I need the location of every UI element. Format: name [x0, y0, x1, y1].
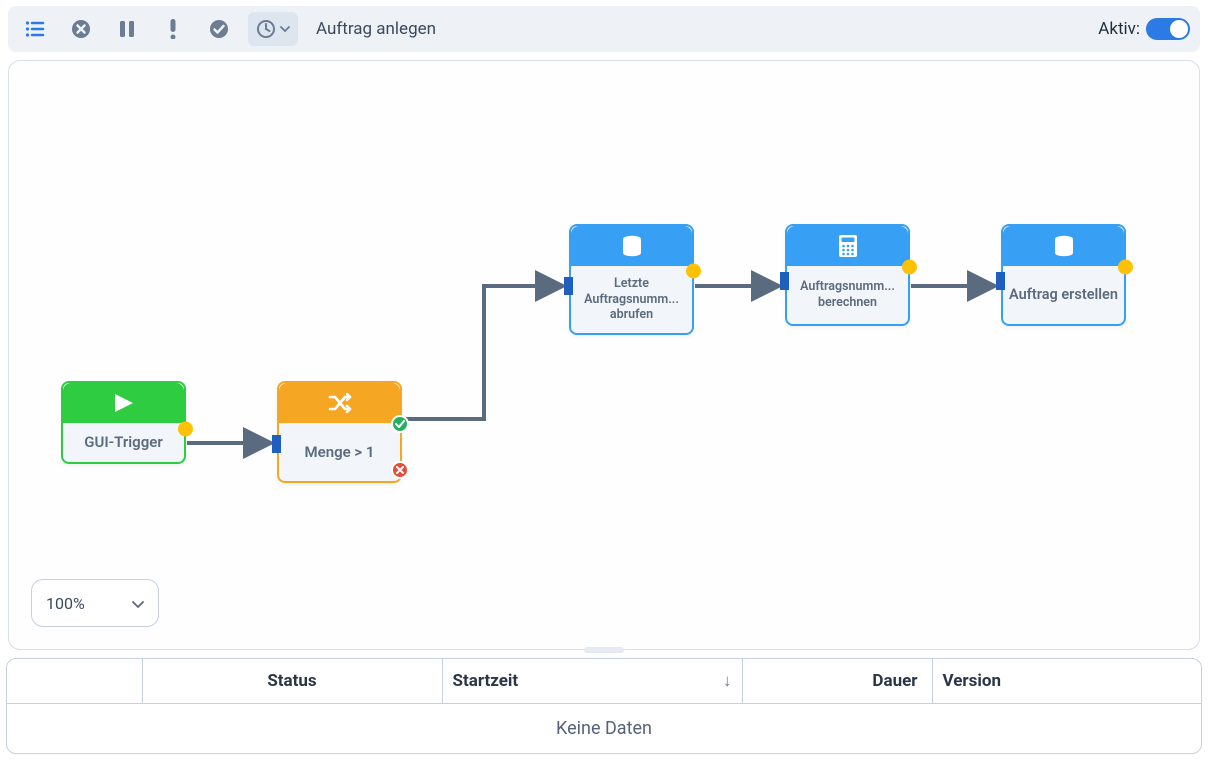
port-out[interactable]	[178, 421, 193, 436]
zoom-value: 100%	[46, 594, 85, 613]
empty-row: Keine Daten	[7, 704, 1201, 754]
chevron-down-icon	[132, 594, 144, 613]
check-circle-icon[interactable]	[202, 12, 236, 46]
col-startzeit[interactable]: Startzeit↓	[442, 659, 742, 704]
warning-icon[interactable]	[156, 12, 190, 46]
node-gui-trigger[interactable]: GUI-Trigger	[61, 381, 186, 464]
sort-desc-icon: ↓	[723, 671, 732, 691]
node-calc[interactable]: Auftragsnumm... berechnen	[785, 224, 910, 326]
col-dauer[interactable]: Dauer	[742, 659, 932, 704]
edges-layer	[9, 61, 1199, 649]
port-in[interactable]	[996, 272, 1005, 290]
false-port[interactable]	[391, 461, 409, 479]
history-dropdown[interactable]	[248, 12, 298, 46]
node-label: Auftragsnumm... berechnen	[787, 266, 908, 324]
zoom-select[interactable]: 100%	[31, 579, 159, 627]
play-icon	[63, 383, 184, 423]
node-label: Letzte Auftragsnumm... abrufen	[571, 266, 692, 333]
node-condition[interactable]: Menge > 1	[277, 381, 402, 483]
resize-handle[interactable]	[584, 647, 624, 653]
node-label: Menge > 1	[279, 423, 400, 481]
pause-icon[interactable]	[110, 12, 144, 46]
node-db-fetch[interactable]: Letzte Auftragsnumm... abrufen	[569, 224, 694, 335]
active-toggle[interactable]	[1146, 18, 1190, 40]
node-db-create[interactable]: Auftrag erstellen	[1001, 224, 1126, 326]
calculator-icon	[787, 226, 908, 266]
node-label: Auftrag erstellen	[1003, 266, 1124, 324]
port-out[interactable]	[686, 263, 701, 278]
node-label: GUI-Trigger	[63, 423, 184, 462]
port-in[interactable]	[564, 277, 573, 295]
database-icon	[571, 226, 692, 266]
col-status[interactable]: Status	[142, 659, 442, 704]
runs-table: Status Startzeit↓ Dauer Version Keine Da…	[6, 658, 1202, 754]
active-label: Aktiv:	[1098, 19, 1140, 39]
col-blank[interactable]	[7, 659, 142, 704]
port-in[interactable]	[272, 435, 281, 453]
cancel-icon[interactable]	[64, 12, 98, 46]
port-out[interactable]	[1118, 260, 1133, 275]
database-icon	[1003, 226, 1124, 266]
shuffle-icon	[279, 383, 400, 423]
workflow-canvas[interactable]: GUI-Trigger Menge > 1	[8, 60, 1200, 650]
port-out[interactable]	[902, 260, 917, 275]
workflow-title: Auftrag anlegen	[316, 19, 436, 39]
toolbar: Auftrag anlegen Aktiv:	[8, 6, 1200, 52]
col-version[interactable]: Version	[932, 659, 1201, 704]
true-port[interactable]	[391, 415, 409, 433]
list-icon[interactable]	[18, 12, 52, 46]
port-in[interactable]	[780, 272, 789, 290]
